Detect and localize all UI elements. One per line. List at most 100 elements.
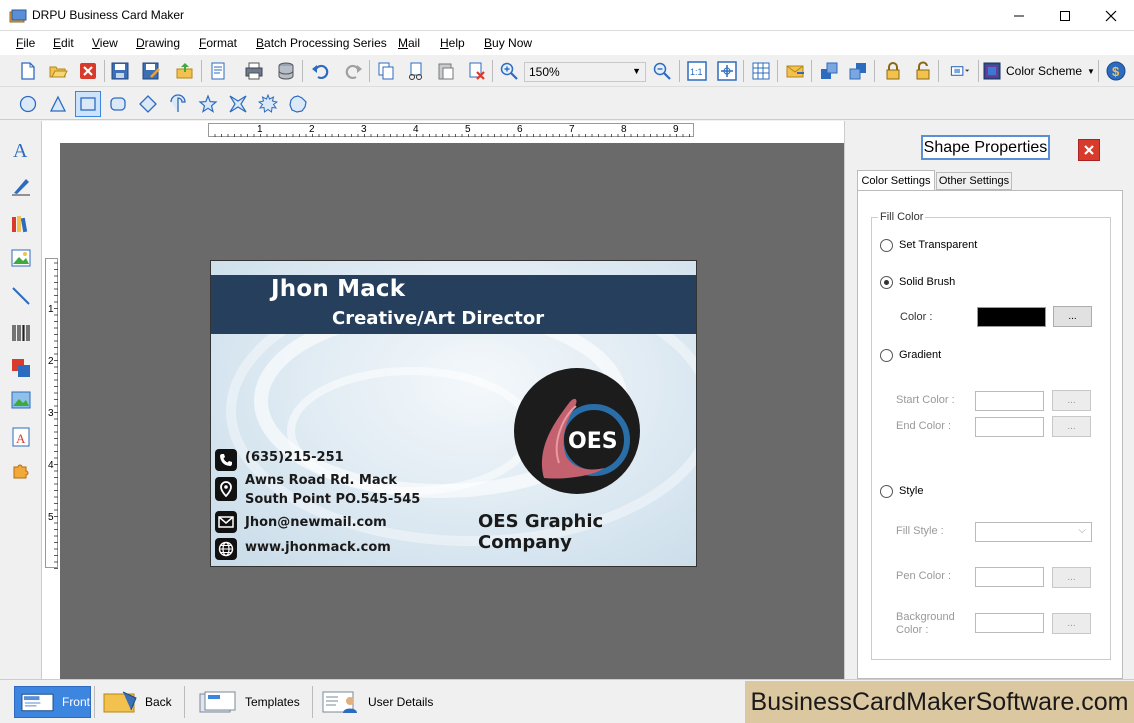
shapes-library-tool[interactable]	[8, 355, 34, 381]
set-transparent-radio[interactable]	[880, 239, 893, 252]
zoom-select[interactable]: 150% ▼	[524, 62, 646, 82]
back-tab[interactable]: Back	[103, 686, 172, 718]
card-address-line1[interactable]: Awns Road Rd. Mack	[245, 473, 397, 488]
bottom-separator	[184, 686, 185, 718]
tab-other-settings[interactable]: Other Settings	[936, 172, 1012, 190]
card-name[interactable]: Jhon Mack	[271, 276, 405, 302]
new-button[interactable]	[16, 59, 40, 83]
ellipse-tool[interactable]	[16, 92, 40, 116]
undo-button[interactable]	[309, 59, 333, 83]
zoom-out-button[interactable]	[650, 59, 674, 83]
cut-button[interactable]	[404, 59, 428, 83]
delete-button[interactable]	[464, 59, 488, 83]
user-details-tab[interactable]: User Details	[322, 686, 433, 718]
card-role[interactable]: Creative/Art Director	[332, 308, 544, 329]
end-color-field[interactable]	[975, 417, 1044, 437]
menu-format[interactable]: Format	[199, 36, 237, 50]
background-tool[interactable]	[8, 387, 34, 413]
solid-color-swatch[interactable]	[977, 307, 1046, 327]
library-tool[interactable]	[8, 211, 34, 237]
unlock-button[interactable]	[911, 59, 935, 83]
menu-view[interactable]: View	[92, 36, 118, 50]
close-button[interactable]	[1088, 0, 1134, 31]
properties-button[interactable]	[206, 59, 230, 83]
fit-to-window-button[interactable]	[715, 59, 739, 83]
star-tool[interactable]	[196, 92, 220, 116]
start-color-field[interactable]	[975, 391, 1044, 411]
paste-button[interactable]	[434, 59, 458, 83]
tab-color-settings[interactable]: Color Settings	[857, 170, 935, 191]
rounded-rectangle-tool[interactable]	[106, 92, 130, 116]
lock-button[interactable]	[881, 59, 905, 83]
templates-tab[interactable]: Templates	[199, 686, 300, 718]
maximize-button[interactable]	[1042, 0, 1088, 31]
solid-brush-radio[interactable]	[880, 276, 893, 289]
delete-icon	[469, 62, 485, 80]
gradient-radio[interactable]	[880, 349, 893, 362]
menu-mail[interactable]: Mail	[398, 36, 420, 50]
minimize-button[interactable]	[996, 0, 1042, 31]
menu-buy-now[interactable]: Buy Now	[484, 36, 532, 50]
front-tab[interactable]: Front	[14, 686, 91, 718]
panel-close-button[interactable]	[1078, 139, 1100, 161]
menu-help[interactable]: Help	[440, 36, 465, 50]
copy-button[interactable]	[374, 59, 398, 83]
redo-button[interactable]	[341, 59, 365, 83]
barcode-tool[interactable]	[8, 320, 34, 346]
start-color-browse-button[interactable]: ...	[1052, 390, 1091, 411]
actual-size-button[interactable]: 1:1	[685, 59, 709, 83]
text-tool[interactable]: A	[8, 136, 34, 162]
toolbar-separator	[743, 60, 744, 82]
save-as-button[interactable]	[139, 59, 163, 83]
send-backward-button[interactable]	[846, 59, 870, 83]
polygon-tool[interactable]	[286, 92, 310, 116]
background-color-browse-button[interactable]: ...	[1052, 613, 1091, 634]
diamond-tool[interactable]	[136, 92, 160, 116]
fill-style-select[interactable]: ⌵	[975, 522, 1092, 542]
business-card[interactable]: Jhon Mack Creative/Art Director OES (635…	[210, 260, 697, 567]
fill-style-label: Fill Style :	[896, 525, 944, 537]
company-logo[interactable]: OES	[514, 368, 640, 494]
menu-file[interactable]: File	[16, 36, 35, 50]
card-email[interactable]: Jhon@newmail.com	[245, 515, 387, 530]
four-point-star-tool[interactable]	[226, 92, 250, 116]
card-website[interactable]: www.jhonmack.com	[245, 540, 391, 555]
plugin-tool[interactable]	[8, 457, 34, 483]
save-button[interactable]	[108, 59, 132, 83]
bring-forward-button[interactable]	[817, 59, 841, 83]
solid-color-browse-button[interactable]: ...	[1053, 306, 1092, 327]
watermark-tool[interactable]: A	[8, 424, 34, 450]
triangle-tool[interactable]	[46, 92, 70, 116]
grid-button[interactable]	[749, 59, 773, 83]
burst-tool[interactable]	[256, 92, 280, 116]
rectangle-tool[interactable]	[75, 91, 101, 117]
pen-color-browse-button[interactable]: ...	[1052, 567, 1091, 588]
end-color-browse-button[interactable]: ...	[1052, 416, 1091, 437]
ruler-mark: 2	[309, 124, 315, 135]
arc-tool[interactable]	[166, 92, 190, 116]
card-company[interactable]: OES Graphic Company	[478, 511, 696, 553]
zoom-in-button[interactable]	[497, 59, 521, 83]
align-dropdown-button[interactable]	[944, 59, 976, 83]
signature-tool[interactable]	[8, 173, 34, 199]
menu-drawing[interactable]: Drawing	[136, 36, 180, 50]
mail-button[interactable]	[783, 59, 807, 83]
background-color-field[interactable]	[975, 613, 1044, 633]
close-document-button[interactable]	[76, 59, 100, 83]
menu-batch-processing[interactable]: Batch Processing Series	[256, 36, 387, 50]
svg-text:A: A	[16, 431, 26, 446]
menu-edit[interactable]: Edit	[53, 36, 74, 50]
pen-color-field[interactable]	[975, 567, 1044, 587]
database-button[interactable]	[274, 59, 298, 83]
books-icon	[12, 216, 28, 233]
card-phone[interactable]: (635)215-251	[245, 450, 344, 465]
print-button[interactable]	[242, 59, 266, 83]
image-tool[interactable]	[8, 245, 34, 271]
color-scheme-dropdown[interactable]: Color Scheme ▼	[983, 60, 1095, 82]
card-address-line2[interactable]: South Point PO.545-545	[245, 492, 420, 507]
export-button[interactable]	[173, 59, 197, 83]
open-button[interactable]	[46, 59, 70, 83]
style-radio[interactable]	[880, 485, 893, 498]
line-tool[interactable]	[8, 283, 34, 309]
buy-button[interactable]: $	[1104, 59, 1128, 83]
